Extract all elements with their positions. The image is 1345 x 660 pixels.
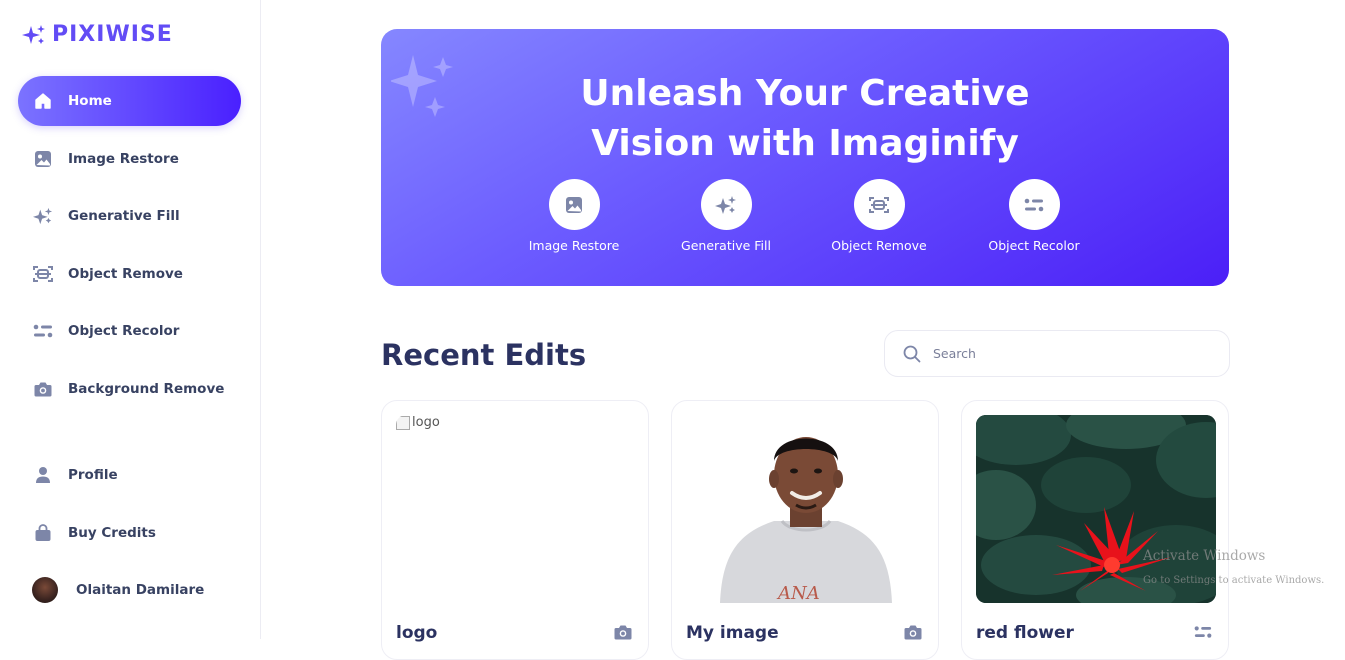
logo-sparkle-icon (22, 24, 45, 44)
sidebar-item-label: Object Remove (68, 265, 183, 282)
bag-icon (33, 523, 53, 543)
tool-circle[interactable] (700, 179, 752, 230)
search-box[interactable] (884, 330, 1230, 377)
banner-tool-object-remove[interactable]: Object Remove (819, 179, 939, 253)
sidebar-item-label: Image Restore (68, 150, 179, 167)
broken-image-placeholder: logo (396, 415, 636, 430)
sidebar-item-profile[interactable]: Profile (18, 450, 241, 500)
tool-label: Generative Fill (681, 238, 771, 253)
sidebar: PIXIWISE Home Image Restore Generative F… (0, 0, 261, 639)
tool-label: Object Recolor (988, 238, 1080, 253)
sparkles-icon (33, 206, 53, 226)
user-profile[interactable]: Olaitan Damilare (18, 565, 241, 615)
image-icon (566, 196, 582, 213)
sidebar-item-label: Buy Credits (68, 524, 156, 541)
card-title: logo (396, 623, 438, 643)
shirt-print: ANA (776, 583, 820, 603)
camera-icon (614, 625, 632, 640)
banner-tool-generative-fill[interactable]: Generative Fill (666, 179, 786, 253)
watermark-title: Activate Windows (1143, 548, 1266, 564)
home-icon (33, 91, 53, 111)
user-icon (33, 465, 53, 485)
tool-circle[interactable] (548, 179, 600, 230)
camera-icon (33, 379, 53, 399)
banner-tool-image-restore[interactable]: Image Restore (514, 179, 634, 253)
sidebar-item-image-restore[interactable]: Image Restore (18, 134, 241, 184)
sidebar-item-object-remove[interactable]: Object Remove (18, 249, 241, 299)
portrait-image: ANA (720, 437, 892, 603)
watermark-subtitle: Go to Settings to activate Windows. (1143, 575, 1325, 586)
sidebar-item-buy-credits[interactable]: Buy Credits (18, 508, 241, 558)
image-icon (33, 149, 53, 169)
hero-banner: Unleash Your Creative Vision with Imagin… (381, 29, 1229, 286)
banner-title-line-2: Vision with Imaginify (591, 123, 1019, 164)
banner-title: Unleash Your Creative Vision with Imagin… (381, 69, 1229, 169)
filter-icon (1024, 198, 1044, 211)
sidebar-item-background-remove[interactable]: Background Remove (18, 364, 241, 414)
avatar[interactable] (32, 577, 58, 603)
sidebar-bottom-nav: Profile Buy Credits Olaitan Damilare (18, 450, 241, 615)
user-name: Olaitan Damilare (76, 582, 205, 598)
banner-tool-object-recolor[interactable]: Object Recolor (974, 179, 1094, 253)
sidebar-item-label: Profile (68, 467, 118, 483)
card-image[interactable]: ANA (686, 415, 926, 603)
scan-icon (869, 196, 889, 213)
banner-title-line-1: Unleash Your Creative (580, 73, 1030, 114)
windows-activation-watermark: Activate Windows Go to Settings to activ… (1143, 548, 1324, 586)
recent-edit-card[interactable]: logo logo (381, 400, 649, 660)
sidebar-item-label: Object Recolor (68, 323, 180, 339)
card-image[interactable]: logo (396, 415, 636, 603)
tool-circle[interactable] (853, 179, 905, 230)
tool-label: Image Restore (528, 238, 620, 253)
sidebar-item-label: Background Remove (68, 380, 225, 397)
sidebar-item-home[interactable]: Home (18, 76, 241, 126)
sidebar-item-label: Home (68, 93, 112, 109)
tool-label: Object Remove (831, 238, 927, 253)
scan-icon (33, 264, 53, 284)
sidebar-nav: Home Image Restore Generative Fill Objec… (18, 76, 241, 421)
app-logo[interactable]: PIXIWISE (22, 22, 173, 47)
broken-image-icon (396, 415, 410, 430)
search-icon (903, 345, 921, 362)
camera-icon (904, 625, 922, 640)
filter-icon (33, 321, 53, 341)
card-title: red flower (976, 623, 1074, 643)
card-title: My image (686, 623, 779, 643)
tool-circle[interactable] (1008, 179, 1060, 230)
sidebar-item-generative-fill[interactable]: Generative Fill (18, 191, 241, 241)
image-alt-text: logo (412, 415, 440, 430)
app-name: PIXIWISE (52, 22, 173, 47)
search-input[interactable] (933, 346, 1193, 361)
recent-edits-heading: Recent Edits (381, 338, 587, 372)
sidebar-item-object-recolor[interactable]: Object Recolor (18, 306, 241, 356)
recent-edit-card[interactable]: red flower (961, 400, 1229, 660)
filter-icon (1194, 626, 1212, 638)
recent-edit-card[interactable]: ANA My image (671, 400, 939, 660)
sidebar-item-label: Generative Fill (68, 208, 180, 224)
sparkles-icon (715, 195, 736, 214)
